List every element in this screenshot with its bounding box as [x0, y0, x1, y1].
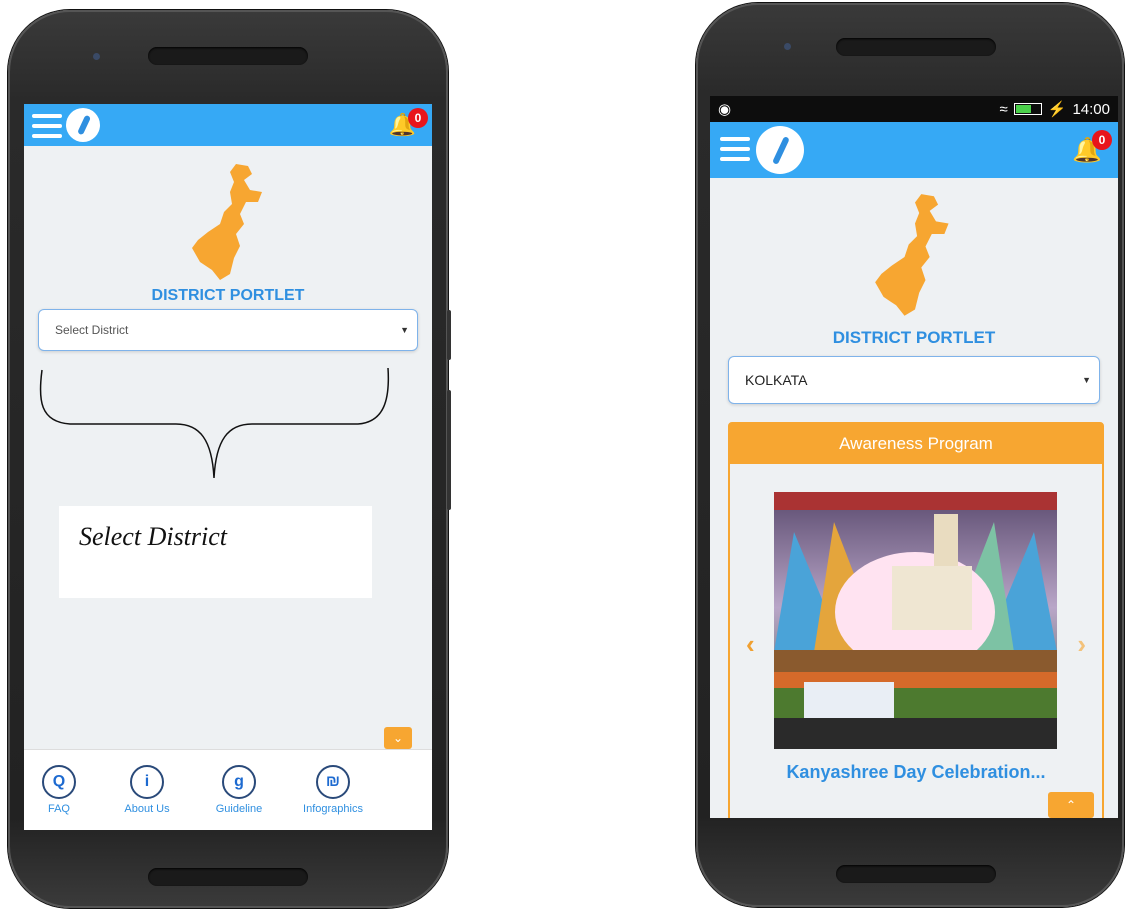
app-header: 🔔 0	[710, 122, 1118, 178]
infographics-icon: ₪	[316, 765, 350, 799]
battery-icon	[1013, 103, 1042, 115]
charging-icon: ⚡	[1047, 101, 1067, 118]
wifi-icon: ≈	[999, 100, 1008, 118]
guideline-icon: g	[222, 765, 256, 799]
card-caption: Kanyashree Day Celebration...	[786, 762, 1046, 782]
event-photo[interactable]	[774, 492, 1057, 749]
nav-infographics[interactable]: ₪ Infographics	[298, 765, 368, 815]
dropdown-arrow-icon: ▼	[1082, 375, 1091, 385]
info-icon: i	[130, 765, 164, 799]
nav-about-label: About Us	[124, 803, 170, 815]
earpiece-speaker	[836, 38, 996, 56]
nav-guideline[interactable]: g Guideline	[204, 765, 274, 815]
scroll-down-button[interactable]: ⌄	[384, 727, 412, 749]
awareness-program-card: Awareness Program ‹ › Kanyashree Day Cel…	[728, 422, 1104, 818]
west-bengal-map	[875, 194, 949, 316]
nav-about-us[interactable]: i About Us	[112, 765, 182, 815]
nav-faq[interactable]: Q FAQ	[24, 765, 94, 815]
carousel-prev-button[interactable]: ‹	[746, 629, 755, 660]
nav-guideline-label: Guideline	[215, 803, 263, 815]
notification-count-badge: 0	[1092, 130, 1112, 150]
bottom-navigation: Q FAQ i About Us g Guideline ₪ Infograph…	[24, 749, 432, 830]
status-bar: ◉ ≈ ⚡ 14:00	[710, 96, 1118, 122]
android-icon: ◉	[718, 101, 732, 118]
status-time: 14:00	[1072, 100, 1110, 118]
card-title: Awareness Program	[730, 424, 1102, 464]
annotation-text: Select District	[79, 522, 228, 551]
district-select[interactable]: KOLKATA ▼	[728, 356, 1100, 404]
app-logo	[756, 126, 804, 174]
district-select-value: KOLKATA	[745, 372, 808, 388]
brace-annotation	[39, 367, 390, 479]
right-app-screen: ◉ ≈ ⚡ 14:00 🔔 0 DISTRICT PORTLET KOLKATA…	[710, 96, 1118, 818]
event-photo-image	[774, 492, 1057, 749]
annotation-box: Select District	[59, 506, 372, 598]
bottom-speaker	[836, 865, 996, 883]
faq-icon: Q	[42, 765, 76, 799]
nav-faq-label: FAQ	[47, 803, 70, 815]
nav-infographics-label: Infographics	[303, 803, 363, 815]
chevron-up-icon: ⌃	[1065, 798, 1077, 812]
front-camera-icon	[784, 43, 791, 50]
menu-icon[interactable]	[720, 137, 750, 161]
chevron-down-icon: ⌄	[392, 731, 404, 745]
carousel-next-button[interactable]: ›	[1077, 629, 1086, 660]
scroll-up-button[interactable]: ⌃	[1048, 792, 1094, 818]
portlet-title: DISTRICT PORTLET	[832, 328, 996, 347]
bottom-speaker	[148, 868, 308, 886]
